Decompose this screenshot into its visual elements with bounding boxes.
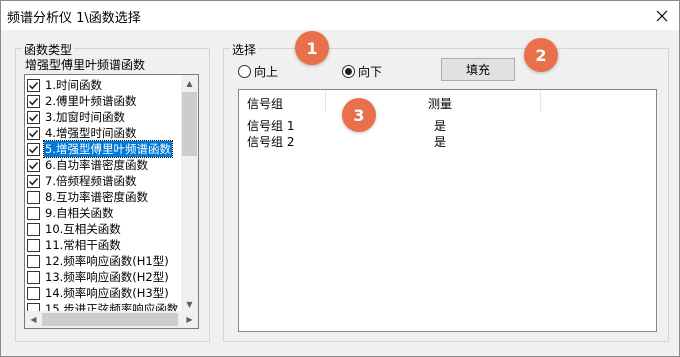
scroll-right-arrow-icon[interactable]: ▶: [181, 311, 198, 328]
list-item-label: 12.频率响应函数(H1型): [45, 254, 169, 268]
list-item-label: 8.互功率谱密度函数: [45, 190, 148, 204]
radio-up-circle[interactable]: [238, 65, 251, 78]
radio-selected-dot: [345, 68, 352, 75]
checkbox[interactable]: [27, 222, 40, 236]
selected-function-name: 增强型傅里叶频谱函数: [25, 58, 146, 72]
list-item[interactable]: 14.频率响应函数(H3型): [27, 285, 187, 301]
list-item-label: 11.常相干函数: [45, 238, 121, 252]
column-header-measure[interactable]: 测量: [428, 95, 452, 112]
fill-button[interactable]: 填充: [441, 58, 515, 81]
list-item[interactable]: 2.傅里叶频谱函数: [27, 93, 187, 109]
scroll-left-arrow-icon[interactable]: ◀: [25, 311, 42, 328]
list-item-label: 9.自相关函数: [45, 206, 114, 220]
annotation-badge-1: 1: [295, 31, 329, 65]
list-item-label: 7.倍频程频谱函数: [45, 174, 137, 188]
list-item-label: 10.互相关函数: [45, 222, 121, 236]
list-item[interactable]: 4.增强型时间函数: [27, 125, 187, 141]
vertical-scroll-thumb[interactable]: [182, 92, 197, 156]
checkmark-icon: [29, 145, 39, 153]
list-item[interactable]: 12.频率响应函数(H1型): [27, 253, 187, 269]
list-item[interactable]: 7.倍频程频谱函数: [27, 173, 187, 189]
radio-up[interactable]: 向上: [238, 63, 278, 80]
list-item[interactable]: 10.互相关函数: [27, 221, 187, 237]
list-item-label: 13.频率响应函数(H2型): [45, 270, 169, 284]
column-separator[interactable]: [325, 90, 326, 112]
close-button[interactable]: [645, 1, 679, 30]
list-item[interactable]: 3.加窗时间函数: [27, 109, 187, 125]
radio-up-label: 向上: [254, 65, 279, 79]
signal-group-table[interactable]: 信号组 测量 信号组 1 是 信号组 2 是: [238, 89, 657, 332]
list-item[interactable]: 9.自相关函数: [27, 205, 187, 221]
checkbox[interactable]: [27, 238, 40, 252]
list-item[interactable]: 11.常相干函数: [27, 237, 187, 253]
vertical-scrollbar[interactable]: ▲ ▼: [181, 75, 198, 313]
checkbox[interactable]: [27, 270, 40, 284]
checkmark-icon: [29, 177, 39, 185]
list-item[interactable]: 13.频率响应函数(H2型): [27, 269, 187, 285]
fill-button-label: 填充: [465, 63, 490, 77]
checkmark-icon: [29, 161, 39, 169]
cell-measure: 是: [434, 119, 447, 133]
list-item-label: 2.傅里叶频谱函数: [45, 94, 137, 108]
list-item[interactable]: 5.增强型傅里叶频谱函数: [27, 140, 187, 158]
horizontal-scrollbar[interactable]: ◀ ▶: [25, 311, 198, 328]
radio-down[interactable]: 向下: [342, 63, 382, 80]
horizontal-scroll-thumb[interactable]: [42, 313, 178, 326]
list-item[interactable]: 8.互功率谱密度函数: [27, 189, 187, 205]
scroll-up-arrow-icon[interactable]: ▲: [181, 75, 198, 92]
list-item[interactable]: 1.时间函数: [27, 77, 187, 93]
cell-signal-group: 信号组 2: [247, 135, 295, 149]
list-item-label: 6.自功率谱密度函数: [45, 158, 148, 172]
checkbox[interactable]: [27, 78, 40, 92]
window-title: 频谱分析仪 1\函数选择: [7, 11, 141, 26]
list-item[interactable]: 6.自功率谱密度函数: [27, 157, 187, 173]
checkmark-icon: [29, 129, 39, 137]
checkmark-icon: [29, 81, 39, 89]
radio-down-label: 向下: [358, 65, 383, 79]
column-header-signal-group[interactable]: 信号组: [247, 95, 283, 112]
cell-signal-group: 信号组 1: [247, 119, 295, 133]
annotation-badge-2: 2: [524, 38, 558, 72]
checkmark-icon: [29, 113, 39, 121]
column-separator[interactable]: [540, 90, 541, 112]
checkbox[interactable]: [27, 254, 40, 268]
checkbox[interactable]: [27, 142, 40, 156]
checkbox[interactable]: [27, 110, 40, 124]
cell-measure: 是: [434, 135, 447, 149]
title-bar: 频谱分析仪 1\函数选择: [1, 1, 679, 30]
selection-legend: 选择: [230, 41, 259, 58]
checkmark-icon: [29, 97, 39, 105]
checkbox[interactable]: [27, 286, 40, 300]
close-icon: [656, 10, 668, 21]
list-item-label: 4.增强型时间函数: [45, 126, 137, 140]
function-listbox[interactable]: 1.时间函数 2.傅里叶频谱函数 3.加窗时间函数 4.增强型时间函数 5.增强型傅里叶…: [24, 74, 199, 329]
list-item-label: 3.加窗时间函数: [45, 110, 125, 124]
list-item-label: 5.增强型傅里叶频谱函数: [43, 140, 173, 158]
list-item-label: 1.时间函数: [45, 78, 102, 92]
radio-down-circle[interactable]: [342, 65, 355, 78]
checkbox[interactable]: [27, 158, 40, 172]
checkbox[interactable]: [27, 126, 40, 140]
checkbox[interactable]: [27, 94, 40, 108]
checkbox[interactable]: [27, 174, 40, 188]
annotation-badge-3: 3: [342, 98, 376, 132]
list-item-label: 14.频率响应函数(H3型): [45, 286, 169, 300]
checkbox[interactable]: [27, 206, 40, 220]
function-select-dialog: 频谱分析仪 1\函数选择 函数类型 增强型傅里叶频谱函数 1.时间函数 2.傅里叶…: [0, 0, 680, 357]
checkbox[interactable]: [27, 190, 40, 204]
